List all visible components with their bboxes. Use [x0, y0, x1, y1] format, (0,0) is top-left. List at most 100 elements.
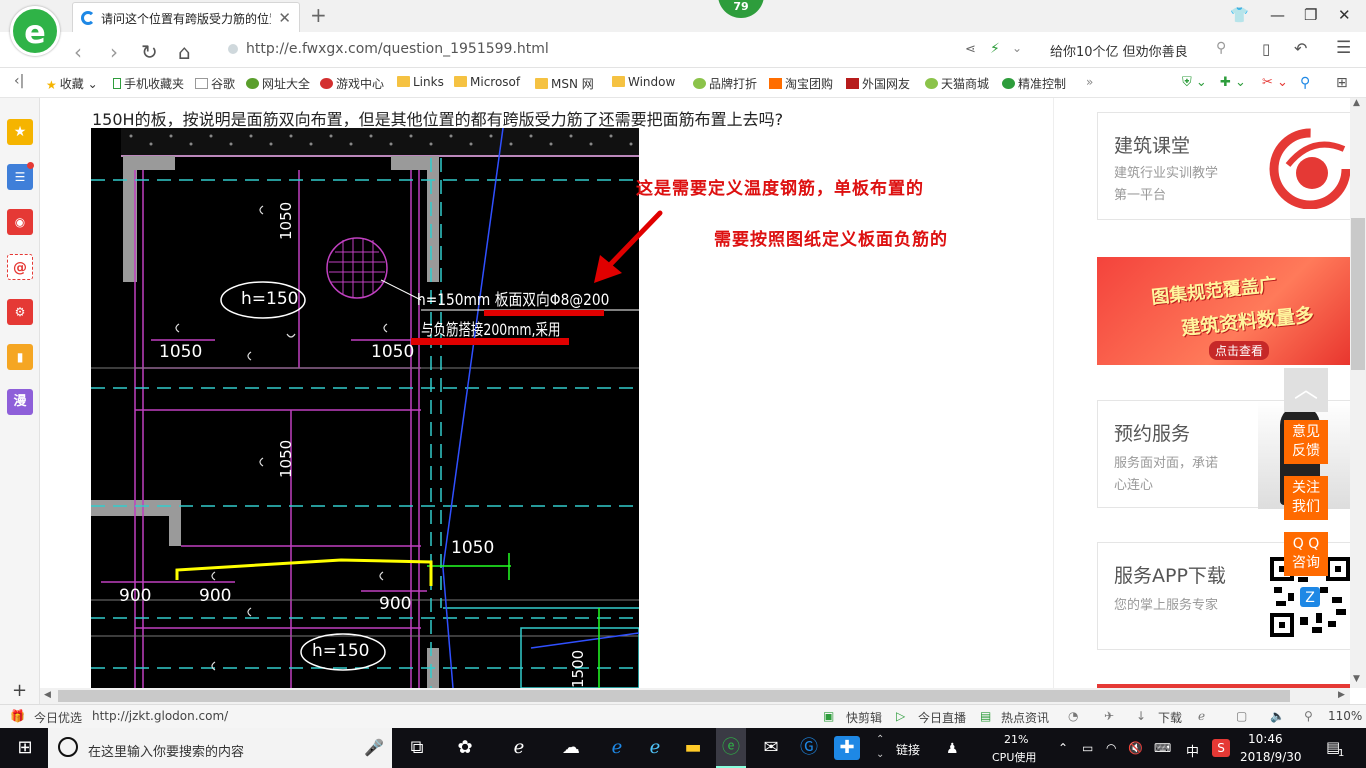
bookmark-item[interactable]: Microsof [454, 75, 520, 89]
scissors-icon[interactable]: ✂ ⌄ [1262, 75, 1288, 90]
wifi-icon[interactable]: ◠ [1106, 741, 1116, 755]
battery-icon[interactable]: ▭ [1082, 741, 1093, 755]
cloud-app-icon[interactable]: ☁ [558, 736, 584, 760]
close-window-button[interactable]: ✕ [1338, 6, 1351, 24]
back-to-top-icon[interactable]: ︿ [1284, 368, 1328, 412]
favorites-star-icon[interactable]: ★ [7, 119, 33, 145]
browser-tab[interactable]: 请问这个位置有跨版受力筋的位置 ✕ [72, 2, 300, 32]
task-view-icon[interactable]: ⧉ [404, 736, 430, 760]
news-link[interactable]: 热点资讯 [1001, 709, 1049, 726]
sogou-ime-icon[interactable]: S [1212, 739, 1230, 757]
ie-browser-icon[interactable]: ℯ [506, 736, 532, 760]
vertical-scrollbar[interactable] [1350, 98, 1366, 688]
volume-icon[interactable]: 🔈 [1270, 709, 1285, 723]
promo-banner[interactable]: 图集规范覆盖广 建筑资料数量多 点击查看 [1097, 257, 1351, 365]
window-icon[interactable]: ▢ [1236, 709, 1247, 723]
comic-icon[interactable]: 漫 [7, 389, 33, 415]
search-icon[interactable]: ⚲ [1216, 40, 1226, 56]
mail-icon[interactable]: @ [7, 254, 33, 280]
chevron-down-icon[interactable]: ⌄ [1012, 41, 1022, 55]
banner-cta-button[interactable]: 点击查看 [1209, 341, 1270, 360]
minimize-button[interactable]: — [1270, 6, 1285, 24]
more-bookmarks-icon[interactable]: » [1086, 75, 1093, 89]
bookmark-item[interactable]: 游戏中心 [320, 75, 384, 92]
link-label[interactable]: 链接 [896, 741, 920, 758]
taskbar-scroll-icon[interactable]: ⌃ ⌄ [876, 732, 884, 762]
volume-icon[interactable]: 🔇 [1128, 741, 1143, 755]
keyboard-icon[interactable]: ⌨ [1154, 741, 1171, 755]
clock-time[interactable]: 10:46 [1248, 732, 1283, 746]
people-icon[interactable]: ♟ [946, 741, 959, 757]
download-link[interactable]: 下载 [1158, 709, 1182, 726]
lightning-icon[interactable]: ⚡ [990, 41, 1000, 57]
microphone-icon[interactable]: 🎤 [364, 738, 384, 757]
forward-icon[interactable]: › [110, 40, 118, 64]
browser-logo[interactable]: e [10, 6, 60, 56]
taskbar-search-input[interactable]: 在这里输入你要搜索的内容 [88, 741, 244, 760]
bookmark-item[interactable]: 外国网友 [846, 75, 910, 92]
scroll-right-icon[interactable]: ▶ [1338, 690, 1345, 700]
new-tab-button[interactable]: + [310, 3, 327, 27]
zoom-icon[interactable]: ⚲ [1304, 709, 1313, 723]
close-tab-icon[interactable]: ✕ [278, 9, 291, 27]
refresh-icon[interactable]: ↻ [141, 40, 158, 64]
bookmark-item[interactable]: 品牌打折 [693, 75, 757, 92]
undo-icon[interactable]: ↶ [1294, 39, 1307, 58]
follow-us-button[interactable]: 关注 我们 [1284, 476, 1328, 520]
bookmark-item[interactable]: 手机收藏夹 [113, 75, 184, 92]
translate-icon[interactable]: ✚ ⌄ [1220, 75, 1246, 90]
tray-expand-icon[interactable]: ⌃ [1058, 741, 1068, 755]
game-icon[interactable]: ⚙ [7, 299, 33, 325]
bookmark-item[interactable]: 天猫商城 [925, 75, 989, 92]
bookmark-item[interactable]: Window [612, 75, 675, 89]
file-explorer-icon[interactable]: ▬ [680, 736, 706, 760]
book-icon[interactable]: ▮ [7, 344, 33, 370]
horizontal-scroll-thumb[interactable] [58, 690, 1290, 702]
mail-icon[interactable]: ✉ [758, 736, 784, 760]
scroll-left-icon[interactable]: ◀ [44, 690, 51, 700]
site-info-icon[interactable] [228, 44, 238, 54]
phone-icon[interactable]: ▯ [1262, 40, 1270, 58]
weibo-icon[interactable]: ◉ [7, 209, 33, 235]
360-browser-icon[interactable]: ⓔ [718, 736, 744, 760]
search-input[interactable]: 给你10个亿 但劝你善良 [1050, 41, 1188, 60]
clock-date[interactable]: 2018/9/30 [1240, 750, 1302, 764]
quick-edit-link[interactable]: 快剪辑 [846, 709, 882, 726]
bookmark-item[interactable]: 精准控制 [1002, 75, 1066, 92]
add-sidebar-icon[interactable]: + [12, 680, 27, 701]
scroll-up-icon[interactable]: ▲ [1353, 98, 1360, 108]
glodon-app-icon[interactable]: Ⓖ [796, 736, 822, 760]
shield-icon[interactable]: ⛨ ⌄ [1182, 75, 1207, 90]
live-link[interactable]: 今日直播 [918, 709, 966, 726]
fan-app-icon[interactable]: ✿ [452, 736, 478, 760]
ie-mode-icon[interactable]: ℯ [1198, 709, 1205, 723]
menu-icon[interactable]: ☰ [1336, 38, 1351, 58]
plus-app-icon[interactable]: ✚ [834, 736, 860, 760]
ime-indicator[interactable]: 中 [1186, 741, 1199, 760]
search-tool-icon[interactable]: ⚲ [1300, 75, 1310, 91]
edge-icon[interactable]: ℯ [604, 736, 630, 760]
speed-icon[interactable]: ◔ [1068, 709, 1078, 723]
bookmark-favorites[interactable]: ★ 收藏 ⌄ [46, 75, 98, 92]
course-card[interactable]: 建筑课堂 建筑行业实训教学第一平台 [1097, 112, 1351, 220]
zoom-level[interactable]: 110% [1328, 709, 1362, 723]
maximize-button[interactable]: ❐ [1304, 6, 1317, 24]
home-icon[interactable]: ⌂ [178, 40, 191, 64]
url-field[interactable]: http://e.fwxgx.com/question_1951599.html [246, 41, 549, 57]
scroll-down-icon[interactable]: ▼ [1353, 674, 1360, 684]
share-icon[interactable]: ⋖ [965, 42, 976, 57]
internet-explorer-icon[interactable]: ℯ [642, 736, 668, 760]
apps-grid-icon[interactable]: ⊞ [1336, 75, 1348, 91]
feedback-button[interactable]: 意见 反馈 [1284, 420, 1328, 464]
skin-icon[interactable]: 👕 [1230, 6, 1249, 24]
collapse-sidebar-icon[interactable]: ‹| [14, 73, 24, 89]
bookmark-item[interactable]: 淘宝团购 [769, 75, 833, 92]
daily-picks-link[interactable]: 今日优选 [34, 709, 82, 726]
bookmark-item[interactable]: MSN 网 [535, 75, 594, 92]
vertical-scroll-thumb[interactable] [1351, 218, 1365, 370]
qq-consult-button[interactable]: Q Q 咨询 [1284, 532, 1328, 576]
windows-start-icon[interactable]: ⊞ [12, 736, 38, 760]
pin-icon[interactable]: ✈ [1104, 709, 1114, 723]
bookmark-item[interactable]: Links [397, 75, 444, 89]
bookmark-item[interactable]: 网址大全 [246, 75, 310, 92]
